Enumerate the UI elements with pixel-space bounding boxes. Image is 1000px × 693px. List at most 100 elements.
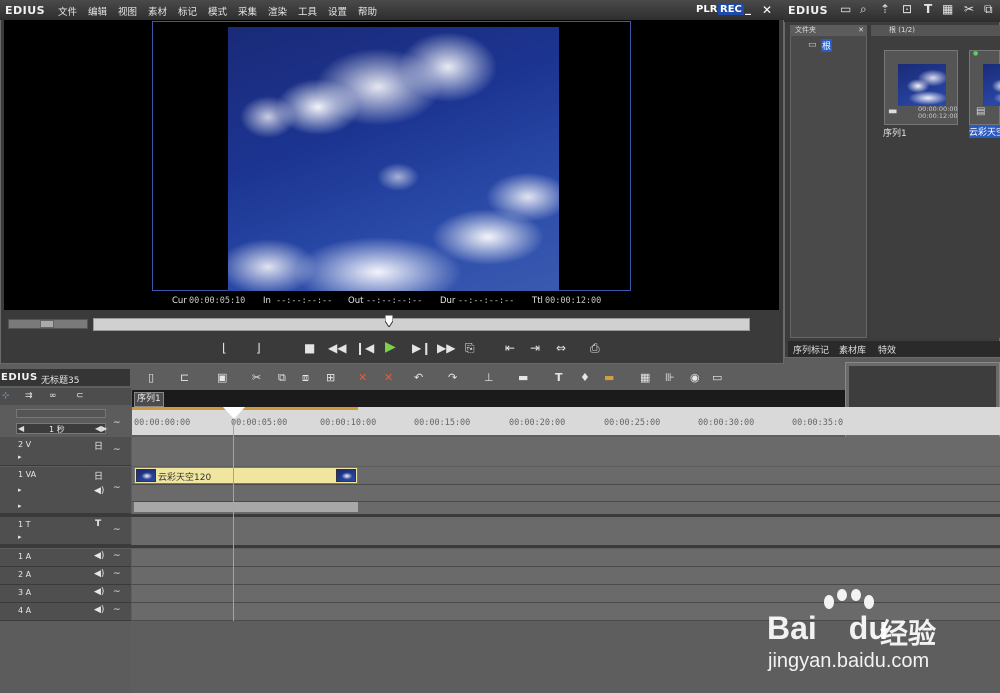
speaker-icon[interactable]: ◀): [94, 551, 104, 561]
paste-icon[interactable]: ⧈: [302, 371, 309, 385]
menu-tools[interactable]: 工具: [298, 4, 317, 18]
menu-render[interactable]: 渲染: [268, 4, 287, 18]
zoom-slider[interactable]: [16, 409, 106, 418]
rec-toggle[interactable]: REC: [718, 4, 744, 15]
new-sequence-icon[interactable]: ▯: [148, 371, 154, 384]
loop-icon[interactable]: ⎘: [465, 341, 475, 356]
set-in-icon[interactable]: ⌊: [222, 341, 227, 355]
playhead-line[interactable]: [233, 410, 234, 621]
cut-icon[interactable]: ✂: [964, 2, 974, 16]
voiceover-icon[interactable]: ♦: [580, 371, 590, 384]
track-wave-icon[interactable]: ~: [113, 587, 121, 597]
speaker-icon[interactable]: ◀): [94, 486, 104, 496]
track-header-1t[interactable]: 1 T T ~ ▸: [0, 517, 131, 545]
menu-capture[interactable]: 采集: [238, 4, 257, 18]
title-track-icon[interactable]: T: [95, 519, 101, 529]
sequence-tab[interactable]: 序列1: [134, 392, 164, 407]
undo-icon[interactable]: ↶: [414, 371, 423, 384]
root-folder[interactable]: 根: [821, 39, 833, 52]
menu-view[interactable]: 视图: [118, 4, 137, 18]
track-header-1va[interactable]: 1 VA 日 ~ ◀) ▸ ▸: [0, 467, 131, 514]
shuttle-knob[interactable]: [40, 320, 54, 328]
menu-clip[interactable]: 素材: [148, 4, 167, 18]
speaker-icon[interactable]: ◀): [94, 587, 104, 597]
color-bar-icon[interactable]: ▦: [942, 2, 953, 16]
video-toggle-icon[interactable]: 日: [94, 439, 103, 452]
menu-help[interactable]: 帮助: [358, 4, 377, 18]
track-wave-icon[interactable]: ~: [113, 483, 121, 493]
add-edit-icon[interactable]: ⊥: [484, 371, 494, 384]
track-header-1a[interactable]: 1 A ◀) ~: [0, 549, 131, 567]
speaker-icon[interactable]: ◀): [94, 569, 104, 579]
close-icon[interactable]: ✕: [762, 3, 772, 17]
up-icon[interactable]: ⇡: [880, 2, 890, 16]
sync-icon[interactable]: ⇉: [25, 391, 33, 401]
mixer-icon[interactable]: ⊪: [665, 371, 675, 384]
minimize-icon[interactable]: _: [745, 1, 751, 15]
tab-sequence-markers[interactable]: 序列标记: [793, 343, 829, 356]
folder-tree[interactable]: [790, 25, 867, 338]
insert-icon[interactable]: ⇤: [505, 341, 515, 355]
rewind-icon[interactable]: ◀◀: [328, 341, 346, 355]
match-frame-icon[interactable]: ⇔: [556, 341, 566, 355]
stop-icon[interactable]: ■: [304, 341, 315, 355]
menu-marker[interactable]: 标记: [178, 4, 197, 18]
folder-icon[interactable]: ▭: [840, 2, 851, 16]
title-icon[interactable]: T: [924, 2, 932, 16]
snap-icon[interactable]: ⊹: [2, 391, 10, 401]
scrub-bar[interactable]: [93, 318, 750, 331]
set-out-icon[interactable]: ⌋: [256, 341, 261, 355]
search-icon[interactable]: ⌕: [860, 2, 867, 17]
folder-close-icon[interactable]: ✕: [858, 25, 867, 36]
open-project-icon[interactable]: ⊏: [180, 371, 189, 384]
color-icon[interactable]: ◉: [690, 371, 700, 384]
menu-settings[interactable]: 设置: [328, 4, 347, 18]
play-icon[interactable]: ▶: [385, 339, 396, 355]
expand-icon[interactable]: ▸: [18, 533, 22, 541]
zoom-select[interactable]: ◀ 1 秒 ◀▶: [16, 423, 107, 434]
export-icon[interactable]: ⎙: [590, 341, 600, 356]
render-icon[interactable]: ▬: [604, 371, 614, 384]
track-header-2a[interactable]: 2 A ◀) ~: [0, 567, 131, 585]
menu-edit[interactable]: 编辑: [88, 4, 107, 18]
track-header-2v[interactable]: 2 V 日 ~ ▸: [0, 437, 131, 466]
track-header-4a[interactable]: 4 A ◀) ~: [0, 603, 131, 621]
track-header-3a[interactable]: 3 A ◀) ~: [0, 585, 131, 603]
expand-icon[interactable]: ▸: [18, 486, 22, 494]
menu-file[interactable]: 文件: [58, 4, 77, 18]
menu-mode[interactable]: 模式: [208, 4, 227, 18]
scrub-head-icon[interactable]: [385, 315, 393, 327]
view-mode-icon[interactable]: ▭: [712, 371, 722, 384]
track-wave-icon[interactable]: ~: [113, 605, 121, 615]
expand-icon[interactable]: ▸: [18, 502, 22, 510]
plr-toggle[interactable]: PLR: [696, 4, 717, 15]
overwrite-icon[interactable]: ⇥: [530, 341, 540, 355]
track-wave-icon[interactable]: ~: [113, 418, 121, 428]
audio-mix-icon[interactable]: ▬: [518, 371, 528, 384]
playhead-handle[interactable]: [223, 407, 245, 419]
group-icon[interactable]: ⊂: [76, 391, 84, 401]
speaker-icon[interactable]: ◀): [94, 605, 104, 615]
track-wave-icon[interactable]: ~: [113, 445, 121, 455]
copy-tool-icon[interactable]: ⧉: [278, 371, 286, 385]
tab-effects[interactable]: 特效: [878, 343, 896, 356]
grid-icon[interactable]: ▦: [640, 371, 650, 384]
step-forward-icon[interactable]: ▶❙: [412, 341, 431, 355]
import-icon[interactable]: ⊡: [902, 2, 912, 16]
delete-icon[interactable]: ✕: [358, 371, 367, 384]
title-tool-icon[interactable]: T: [555, 371, 563, 384]
track-lane-2v[interactable]: [132, 437, 1000, 466]
fast-forward-icon[interactable]: ▶▶: [437, 341, 455, 355]
track-wave-icon[interactable]: ~: [113, 551, 121, 561]
save-icon[interactable]: ▣: [217, 371, 227, 384]
video-toggle-icon[interactable]: 日: [94, 469, 103, 482]
track-lane-1t[interactable]: [132, 517, 1000, 545]
copy-icon[interactable]: ⧉: [984, 2, 993, 17]
ripple-delete-icon[interactable]: ✕: [384, 371, 393, 384]
redo-icon[interactable]: ↷: [448, 371, 457, 384]
track-wave-icon[interactable]: ~: [113, 569, 121, 579]
step-back-icon[interactable]: ❙◀: [355, 341, 374, 355]
zoom-left-icon[interactable]: ◀: [18, 424, 24, 433]
expand-icon[interactable]: ▸: [18, 453, 22, 461]
link-icon[interactable]: ∞: [49, 391, 57, 401]
